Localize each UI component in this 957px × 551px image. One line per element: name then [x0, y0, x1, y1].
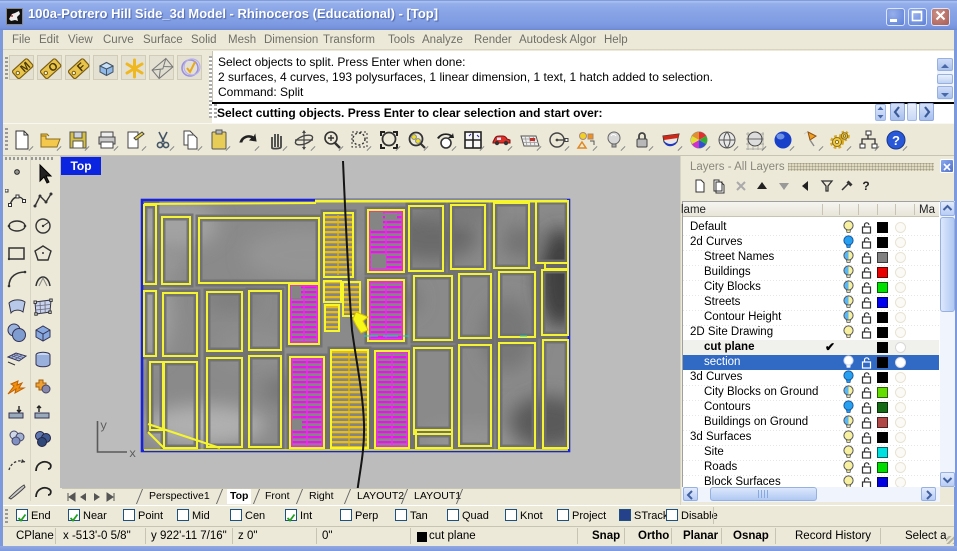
svg-text:?: ?: [892, 133, 900, 148]
svg-text:y: y: [100, 419, 107, 433]
svg-text:x: x: [129, 447, 136, 461]
svg-text:?: ?: [862, 179, 869, 193]
